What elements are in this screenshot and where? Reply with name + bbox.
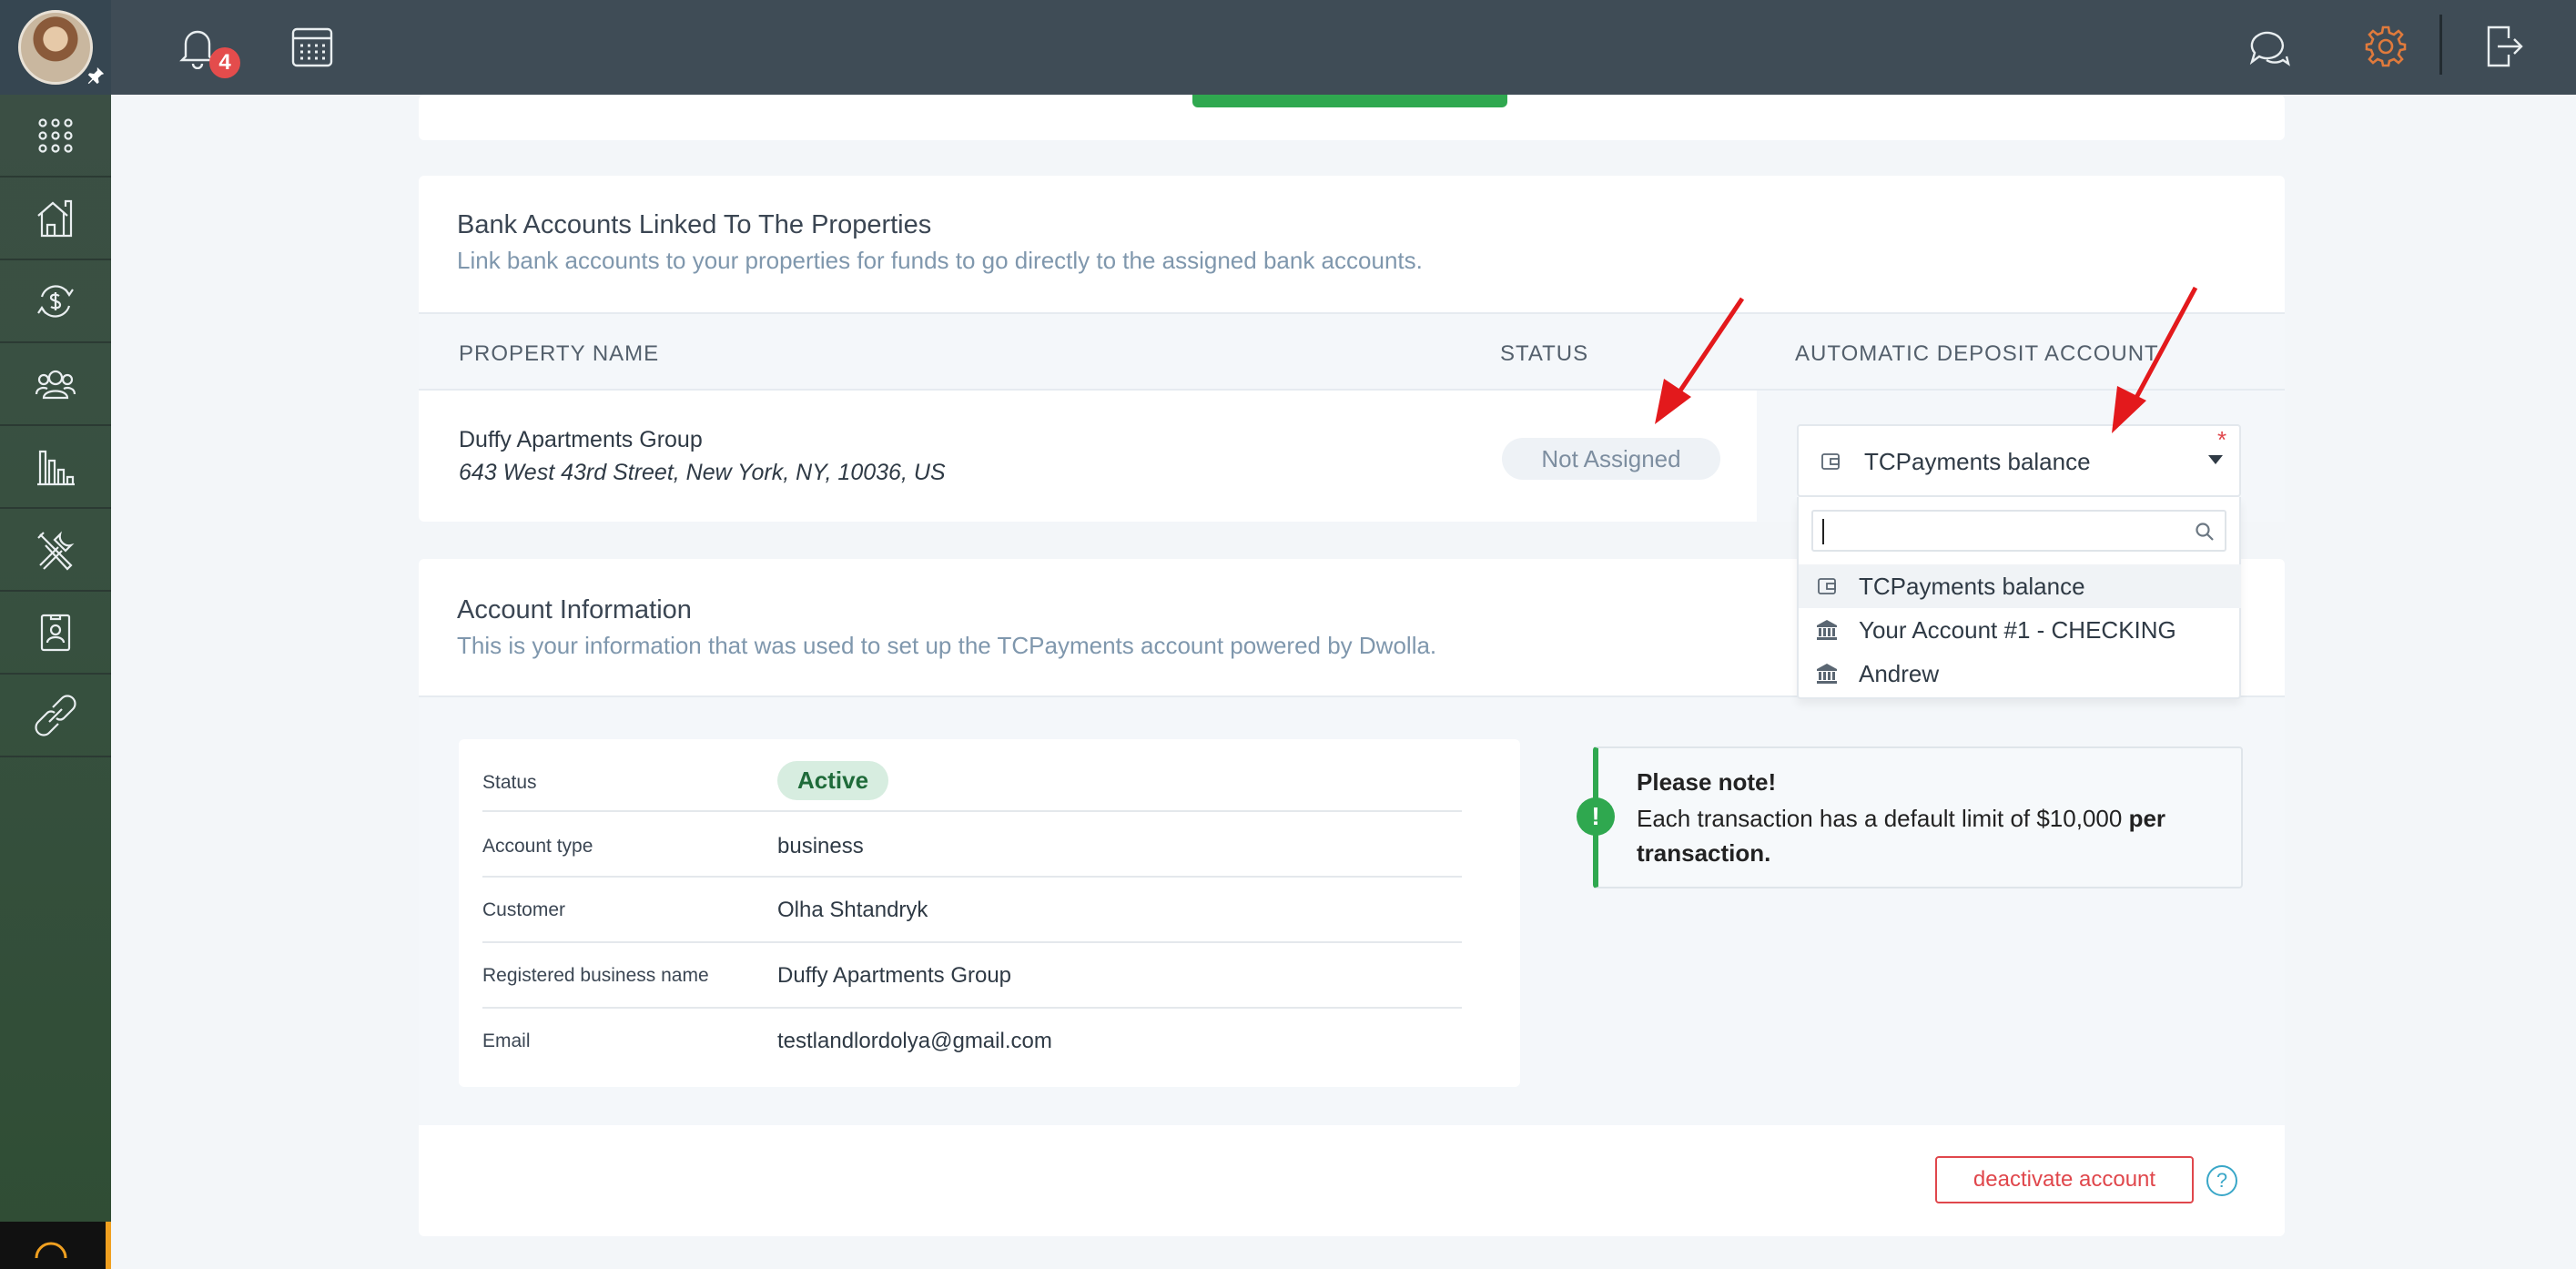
info-label: Status xyxy=(482,772,537,793)
account-section-subtitle: This is your information that was used t… xyxy=(457,632,1437,659)
exclamation-icon: ! xyxy=(1577,797,1615,836)
info-value: Olha Shtandryk xyxy=(777,898,928,922)
info-value: Duffy Apartments Group xyxy=(777,963,1012,988)
sidebar-item-apps[interactable] xyxy=(0,95,111,178)
id-card-icon xyxy=(40,614,71,651)
dropdown-option-checking[interactable]: Your Account #1 - CHECKING xyxy=(1799,608,2241,652)
sidebar-item-reports[interactable] xyxy=(0,426,111,509)
account-section-title: Account Information xyxy=(457,595,692,624)
option-label: Andrew xyxy=(1859,659,1940,687)
buildings-icon xyxy=(37,199,73,237)
table-header: PROPERTY NAME STATUS AUTOMATIC DEPOSIT A… xyxy=(419,312,2285,391)
dollar-cycle-icon xyxy=(37,284,74,318)
info-row-customer: Customer Olha Shtandryk xyxy=(482,878,1462,943)
dropdown-option-tcpayments[interactable]: TCPayments balance xyxy=(1799,564,2241,608)
support-accent-bar xyxy=(106,1222,111,1269)
sidebar xyxy=(0,0,111,1269)
note-callout: ! Please note! Each transaction has a de… xyxy=(1577,746,2243,888)
wallet-icon xyxy=(1821,453,1840,470)
avatar-container xyxy=(0,0,111,95)
info-label: Account type xyxy=(482,836,593,857)
chat-icon[interactable] xyxy=(2246,24,2292,69)
dropdown-search-input[interactable] xyxy=(1811,510,2226,552)
info-row-status: Status Active xyxy=(482,746,1462,812)
avatar[interactable] xyxy=(18,10,93,85)
active-status-badge: Active xyxy=(777,761,889,800)
sidebar-item-tenant-screening[interactable] xyxy=(0,592,111,675)
topbar-divider xyxy=(2439,15,2442,75)
info-label: Customer xyxy=(482,899,566,920)
dropdown-option-andrew[interactable]: Andrew xyxy=(1799,652,2241,695)
info-row-account-type: Account type business xyxy=(482,812,1462,878)
selected-value: TCPayments balance xyxy=(1864,448,2091,475)
info-value: business xyxy=(777,834,864,858)
notification-badge: 4 xyxy=(209,47,240,78)
note-text: Each transaction has a default limit of … xyxy=(1637,801,2219,870)
info-label: Registered business name xyxy=(482,965,709,986)
annotation-arrow-status xyxy=(1655,297,1745,424)
help-icon[interactable]: ? xyxy=(2206,1165,2237,1196)
previous-section-card xyxy=(419,95,2285,140)
deactivate-account-button[interactable]: deactivate account xyxy=(1935,1156,2194,1203)
sidebar-item-properties[interactable] xyxy=(0,178,111,260)
headset-icon xyxy=(35,1242,67,1259)
property-address: 643 West 43rd Street, New York, NY, 1003… xyxy=(459,460,946,485)
topbar: 4 xyxy=(111,0,2576,95)
required-asterisk: * xyxy=(2217,426,2227,453)
info-label: Email xyxy=(482,1030,531,1051)
sidebar-item-payments[interactable] xyxy=(0,260,111,343)
sidebar-item-people[interactable] xyxy=(0,343,111,426)
note-text-start: Each transaction has a default limit of … xyxy=(1637,805,2129,832)
pin-icon[interactable] xyxy=(86,66,106,86)
wallet-icon xyxy=(1818,578,1836,594)
account-details-panel: Status Active Account type business Cust… xyxy=(419,695,2285,1125)
info-value: testlandlordolya@gmail.com xyxy=(777,1029,1052,1053)
sidebar-item-maintenance[interactable] xyxy=(0,509,111,592)
tools-icon xyxy=(37,531,75,571)
bank-icon xyxy=(1817,620,1837,640)
gear-icon[interactable] xyxy=(2363,24,2409,69)
logout-icon[interactable] xyxy=(2481,24,2527,69)
grid-icon xyxy=(38,117,73,153)
chevron-down-icon xyxy=(2208,455,2223,464)
text-cursor xyxy=(1822,519,1824,544)
option-label: Your Account #1 - CHECKING xyxy=(1859,615,2176,644)
property-name: Duffy Apartments Group xyxy=(459,427,703,452)
deposit-dropdown-menu: TCPayments balance Your Account #1 - CHE… xyxy=(1797,497,2241,699)
bank-section-title: Bank Accounts Linked To The Properties xyxy=(457,210,932,239)
annotation-arrow-deposit xyxy=(2112,286,2198,433)
support-dock[interactable] xyxy=(0,1222,111,1269)
info-row-business-name: Registered business name Duffy Apartment… xyxy=(482,943,1462,1009)
calendar-icon[interactable] xyxy=(289,24,335,69)
column-property-name: PROPERTY NAME xyxy=(459,341,660,366)
info-row-email: Email testlandlordolya@gmail.com xyxy=(482,1009,1462,1074)
option-label: TCPayments balance xyxy=(1859,572,2085,600)
bar-chart-icon xyxy=(37,450,75,485)
status-badge: Not Assigned xyxy=(1502,438,1720,480)
primary-action-button[interactable] xyxy=(1192,95,1507,107)
users-icon xyxy=(35,370,76,399)
bank-section-subtitle: Link bank accounts to your properties fo… xyxy=(457,247,1423,274)
link-icon xyxy=(35,694,76,736)
bank-icon xyxy=(1817,664,1837,684)
account-info-table: Status Active Account type business Cust… xyxy=(459,739,1520,1087)
sidebar-item-integrations[interactable] xyxy=(0,675,111,757)
column-status: STATUS xyxy=(1500,341,1589,366)
search-icon xyxy=(2196,523,2214,541)
note-title: Please note! xyxy=(1637,768,1777,796)
